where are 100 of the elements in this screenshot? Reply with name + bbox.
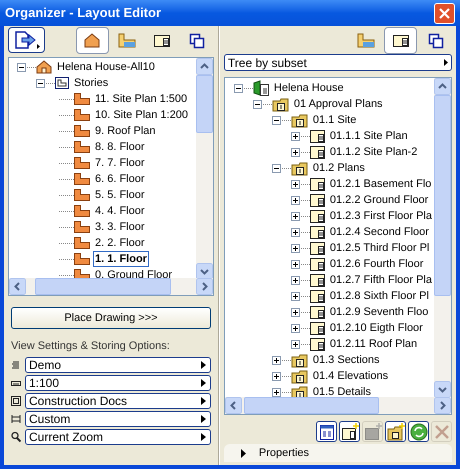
tree-item[interactable]: Helena House-All10 [55,59,157,75]
vertical-scrollbar[interactable] [434,78,451,397]
expand-icon[interactable] [290,244,300,252]
layout-icon [310,306,325,318]
house-icon [36,60,52,74]
tree-item[interactable]: 01.1 Site [310,112,358,128]
layout-icon [310,290,325,302]
tree-item[interactable]: 8. 8. Floor [93,139,147,155]
tree-item[interactable]: 01 Approval Plans [292,96,385,112]
export-button[interactable] [8,27,45,53]
tree-item[interactable]: 11. Site Plan 1:500 [93,91,190,107]
layout-icon [310,130,325,142]
collapse-icon[interactable] [17,62,26,72]
layout-icon [310,194,325,206]
collapse-icon[interactable] [36,78,45,88]
export-icon [14,31,40,49]
expand-icon[interactable] [290,212,300,220]
collapse-icon[interactable] [252,100,262,108]
expand-icon[interactable] [290,148,300,156]
expand-icon[interactable] [290,292,300,300]
scroll-up-button[interactable] [196,58,213,75]
tree-item[interactable]: Helena House [272,80,346,96]
tree-item[interactable]: 5. 5. Floor [93,187,147,203]
tree-item[interactable]: 01.2.7 Fifth Floor Pla [328,272,434,288]
tree-item[interactable]: 01.2.10 Eigth Floor [328,320,425,336]
tree-item[interactable]: 01.2.1 Basement Flo [328,176,434,192]
expand-icon[interactable] [290,260,300,268]
toolbar-button[interactable] [316,421,337,442]
folder-icon [272,96,289,112]
layout-icon [310,210,325,222]
layers-icon [11,358,21,370]
tree-item[interactable]: 01.2.6 Fourth Floor [328,256,426,272]
toolbar-button[interactable] [339,421,360,442]
scroll-left-button[interactable] [224,397,242,414]
collapse-icon[interactable] [272,116,281,124]
tree-item[interactable]: 4. 4. Floor [93,203,147,219]
expand-icon[interactable] [290,196,300,204]
layout-icon [310,258,325,270]
place-drawing-button[interactable]: Place Drawing >>> [11,307,211,329]
tree-item[interactable]: 3. 3. Floor [93,219,147,235]
layout-icon [310,146,325,158]
view-mode-dropdown[interactable]: Tree by subset [224,54,452,71]
toolbar-button[interactable] [385,421,406,442]
tree-item[interactable]: 01.2.5 Third Floor Pl [328,240,432,256]
expand-icon[interactable] [272,388,281,396]
tree-item[interactable]: 01.2.8 Sixth Floor Pl [328,288,431,304]
horizontal-scrollbar[interactable] [9,278,213,295]
tree-item[interactable]: 01.2.9 Seventh Floo [328,304,430,320]
close-button[interactable] [434,2,455,24]
tree-item[interactable]: 01.2.2 Ground Floor [328,192,430,208]
tree-item[interactable]: 6. 6. Floor [93,171,147,187]
tree-item[interactable]: 01.2.11 Roof Plan [328,336,420,352]
toolbar-button[interactable] [408,421,429,442]
tree-item[interactable]: 7. 7. Floor [93,155,147,171]
scroll-up-button[interactable] [434,78,451,95]
settings-dropdown[interactable]: 1:100 [25,374,211,390]
scroll-down-button[interactable] [434,381,451,397]
settings-dropdown[interactable]: Construction Docs [25,392,211,408]
tree-item[interactable]: 01.4 Elevations [310,368,390,384]
scroll-thumb[interactable] [35,278,171,295]
settings-dropdown[interactable]: Current Zoom [25,428,211,444]
collapse-icon[interactable] [234,84,243,92]
vertical-scrollbar[interactable] [196,58,213,278]
horizontal-scrollbar[interactable] [224,397,451,414]
scroll-thumb[interactable] [434,95,451,296]
settings-dropdown[interactable]: Custom [25,410,211,426]
scroll-left-button[interactable] [9,278,26,295]
expand-icon[interactable] [290,324,300,332]
tree-item[interactable]: Stories [72,75,110,91]
expand-icon[interactable] [272,356,281,364]
expand-icon[interactable] [290,308,300,316]
folder-icon [290,160,308,176]
scroll-thumb[interactable] [244,397,379,414]
tree-item[interactable]: 01.2 Plans [310,160,367,176]
expand-icon[interactable] [290,228,300,236]
expand-icon[interactable] [290,340,300,348]
expand-icon[interactable] [272,372,281,380]
scroll-right-button[interactable] [196,278,213,295]
tree-item[interactable]: 1. 1. Floor [93,251,149,267]
scroll-right-button[interactable] [434,397,451,414]
tree-item[interactable]: 01.5 Details [310,384,373,397]
scroll-thumb[interactable] [196,75,213,133]
tree-item[interactable]: 0. Ground Floor [93,267,174,278]
tree-item[interactable]: 9. Roof Plan [93,123,158,139]
tree-item[interactable]: 01.2.4 Second Floor [328,224,431,240]
properties-toggle[interactable]: Properties [224,444,452,462]
tree-item[interactable]: 01.1.2 Site Plan-2 [328,144,420,160]
tree-item[interactable]: 2. 2. Floor [93,235,147,251]
tree-item[interactable]: 01.2.3 First Floor Pla [328,208,434,224]
scroll-down-button[interactable] [196,263,213,278]
expand-icon[interactable] [290,276,300,284]
expand-icon[interactable] [290,180,300,188]
tree-item[interactable]: 01.3 Sections [310,352,382,368]
collapse-icon[interactable] [272,164,281,172]
toolbar-tab[interactable] [384,26,417,54]
settings-dropdown[interactable]: Demo [25,356,211,372]
expand-icon[interactable] [290,132,300,140]
tree-item[interactable]: 10. Site Plan 1:200 [93,107,190,123]
toolbar-tab[interactable] [76,26,109,54]
tree-item[interactable]: 01.1.1 Site Plan [328,128,410,144]
